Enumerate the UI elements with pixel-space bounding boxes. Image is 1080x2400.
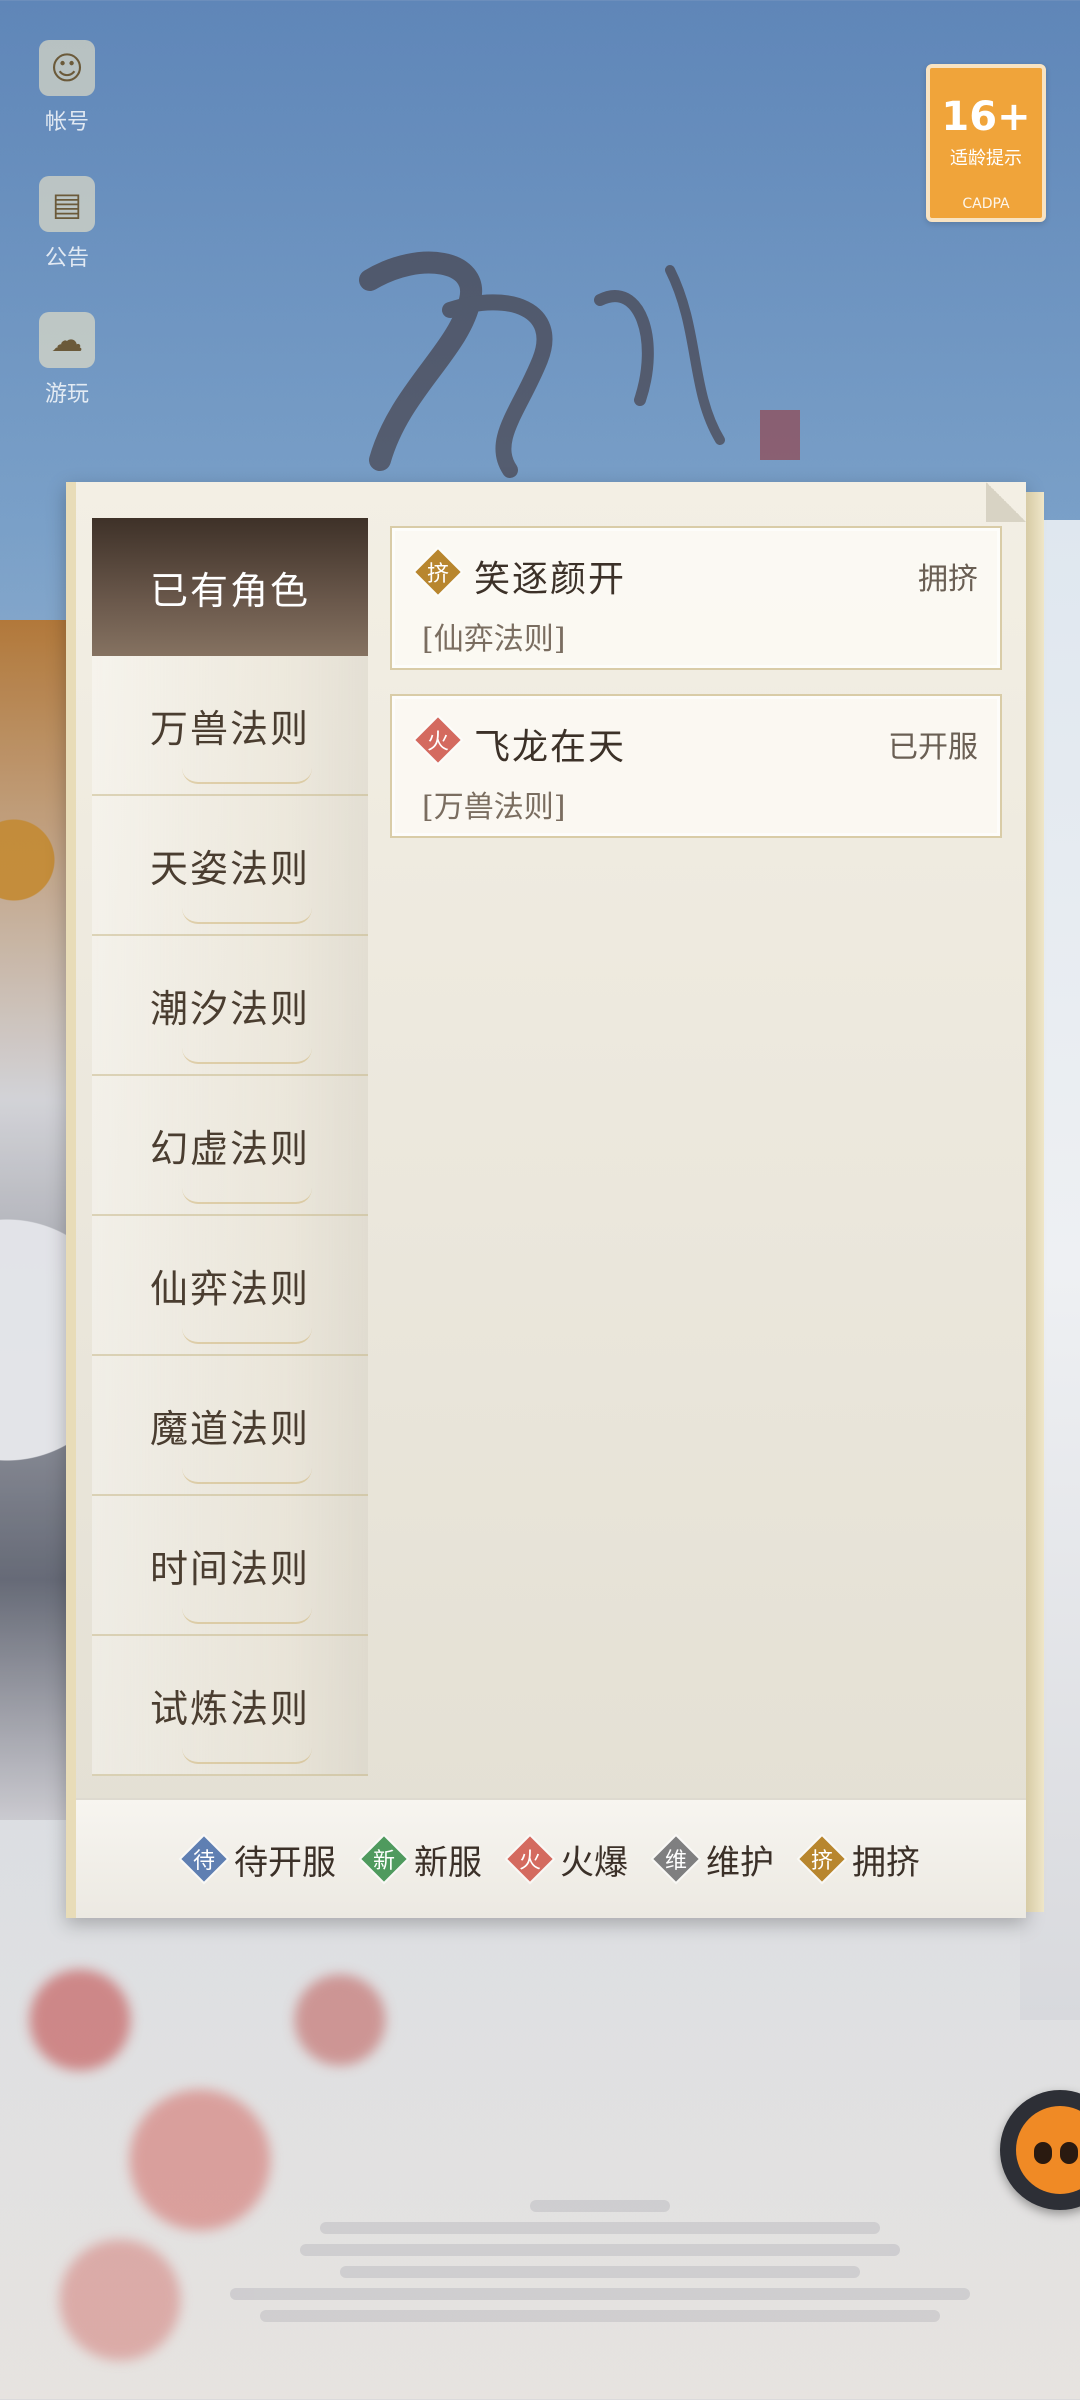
status-badge-text: 火	[426, 730, 449, 755]
tab-realm-xianyi[interactable]: 仙弈法则	[92, 1216, 368, 1356]
server-name: 笑逐颜开	[474, 559, 627, 600]
tab-realm-huanxu[interactable]: 幻虚法则	[92, 1076, 368, 1216]
tab-existing-characters[interactable]: 已有角色	[92, 518, 368, 656]
account-icon: ☺	[39, 40, 95, 96]
account-label: 帐号	[44, 110, 89, 135]
mascot-eye	[1034, 2142, 1052, 2164]
hot-status-icon: 火	[508, 1837, 552, 1881]
server-name: 飞龙在天	[474, 727, 627, 768]
age-rating-number: 16+	[941, 94, 1031, 140]
tab-label: 万兽法则	[149, 706, 310, 751]
realm-tabs: 已有角色 万兽法则 天姿法则 潮汐法则 幻虚法则 仙弈法则 魔道法则 时间法则 …	[92, 518, 368, 1776]
server-item[interactable]: 火 飞龙在天 已开服 [万兽法则]	[390, 694, 1002, 838]
legal-footer	[220, 2190, 980, 2332]
status-legend: 待 待开服 新 新服 火 火爆 维 维护 挤 拥挤	[76, 1798, 1026, 1918]
legend-label: 待开服	[234, 1842, 336, 1883]
hot-status-icon: 火	[416, 718, 460, 762]
legend-badge-text: 火	[518, 1849, 541, 1874]
tab-realm-wanshou[interactable]: 万兽法则	[92, 656, 368, 796]
tab-realm-chaoxi[interactable]: 潮汐法则	[92, 936, 368, 1076]
tab-realm-shijian[interactable]: 时间法则	[92, 1496, 368, 1636]
notice-button[interactable]: ▤ 公告	[26, 176, 108, 296]
status-badge-text: 挤	[426, 562, 449, 587]
legend-crowded: 挤 拥挤	[800, 1835, 920, 1884]
server-status: 拥挤	[918, 562, 978, 597]
age-rating-text: 适龄提示	[950, 148, 1022, 169]
new-status-icon: 新	[362, 1837, 406, 1881]
server-list: 挤 笑逐颜开 拥挤 [仙弈法则] 火 飞龙在天 已开服 [万兽法则]	[390, 526, 1002, 862]
crowded-status-icon: 挤	[416, 550, 460, 594]
server-realm: [仙弈法则]	[422, 622, 566, 657]
legend-new: 新 新服	[362, 1835, 482, 1884]
tab-realm-tianzi[interactable]: 天姿法则	[92, 796, 368, 936]
server-realm: [万兽法则]	[422, 790, 566, 825]
tab-label: 幻虚法则	[149, 1126, 310, 1171]
maintenance-status-icon: 维	[654, 1837, 698, 1881]
assistant-float-button[interactable]	[1000, 2090, 1080, 2210]
age-rating-badge[interactable]: 16+ 适龄提示 CADPA	[926, 64, 1046, 222]
legend-hot: 火 火爆	[508, 1835, 628, 1884]
legend-label: 新服	[414, 1842, 482, 1883]
mascot-icon	[1016, 2106, 1080, 2194]
tab-label: 已有角色	[149, 568, 310, 613]
legend-label: 火爆	[560, 1842, 628, 1883]
account-button[interactable]: ☺ 帐号	[26, 40, 108, 160]
corner-fold	[986, 482, 1026, 522]
legend-label: 拥挤	[852, 1842, 920, 1883]
legend-badge-text: 待	[192, 1849, 215, 1874]
cloud-icon: ☁	[39, 312, 95, 368]
crowded-status-icon: 挤	[800, 1837, 844, 1881]
legend-maintenance: 维 维护	[654, 1835, 774, 1884]
tab-label: 时间法则	[149, 1546, 310, 1591]
server-item[interactable]: 挤 笑逐颜开 拥挤 [仙弈法则]	[390, 526, 1002, 670]
background-character	[0, 620, 70, 1820]
tab-realm-modao[interactable]: 魔道法则	[92, 1356, 368, 1496]
age-rating-foot: CADPA	[962, 196, 1010, 212]
notice-label: 公告	[44, 246, 89, 271]
tab-label: 潮汐法则	[149, 986, 310, 1031]
tab-label: 天姿法则	[149, 846, 310, 891]
legend-label: 维护	[706, 1842, 774, 1883]
mascot-eye	[1060, 2142, 1078, 2164]
legend-badge-text: 维	[664, 1849, 687, 1874]
legend-badge-text: 新	[372, 1849, 395, 1874]
tab-label: 魔道法则	[149, 1406, 310, 1451]
legend-badge-text: 挤	[810, 1849, 833, 1874]
play-button[interactable]: ☁ 游玩	[26, 312, 108, 432]
game-logo-calligraphy	[359, 251, 800, 478]
play-label: 游玩	[44, 382, 89, 407]
tab-realm-shilian[interactable]: 试炼法则	[92, 1636, 368, 1776]
panel-calligraphy-decoration	[406, 782, 996, 1782]
side-menu: ☺ 帐号 ▤ 公告 ☁ 游玩	[26, 40, 108, 448]
pending-status-icon: 待	[182, 1837, 226, 1881]
server-status: 已开服	[888, 730, 978, 765]
legend-pending: 待 待开服	[182, 1835, 336, 1884]
server-select-panel: 已有角色 万兽法则 天姿法则 潮汐法则 幻虚法则 仙弈法则 魔道法则 时间法则 …	[66, 482, 1044, 1918]
tab-label: 试炼法则	[149, 1686, 310, 1731]
notice-icon: ▤	[39, 176, 95, 232]
tab-label: 仙弈法则	[149, 1266, 310, 1311]
